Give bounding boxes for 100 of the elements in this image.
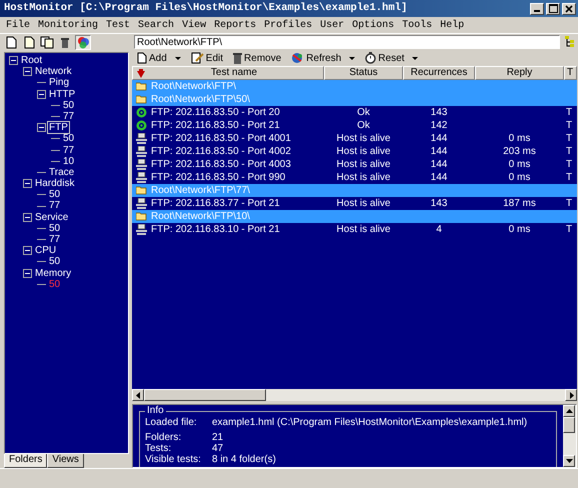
table-cell: Host is alive xyxy=(336,159,390,170)
add-icon xyxy=(137,52,147,64)
caret-icon[interactable] xyxy=(349,54,358,62)
caret-icon[interactable] xyxy=(412,54,420,62)
tree-item[interactable]: Memory xyxy=(34,268,72,279)
caret-icon[interactable] xyxy=(174,54,183,62)
tree-item[interactable]: 50 xyxy=(48,278,62,290)
copy-icon[interactable] xyxy=(39,34,55,50)
computer-icon xyxy=(136,198,147,209)
scroll-right-button[interactable] xyxy=(565,389,577,401)
table-cell: Ok xyxy=(357,107,370,118)
path-field[interactable]: Root\Network\FTP\ xyxy=(134,35,560,49)
color-circles-icon[interactable] xyxy=(75,34,91,50)
tab[interactable]: Views xyxy=(47,454,84,468)
tree-item[interactable]: HTTP xyxy=(48,88,76,100)
tree-item[interactable]: Trace xyxy=(48,166,76,178)
table-cell-text: FTP: 202.116.83.10 - Port 21 xyxy=(151,223,280,237)
menu-item[interactable]: Monitoring xyxy=(34,18,102,32)
refresh-icon xyxy=(291,52,304,64)
table-cell: Host is alive xyxy=(336,133,390,144)
table-cell: T xyxy=(566,107,572,118)
scroll-left-button[interactable] xyxy=(132,389,144,401)
table-cell-text: FTP: 202.116.83.50 - Port 21 xyxy=(151,119,280,133)
tree-item[interactable]: FTP xyxy=(48,122,69,134)
menu-item[interactable]: User xyxy=(316,18,348,32)
reset-button[interactable]: Reset xyxy=(363,50,406,66)
add-button[interactable]: Add xyxy=(135,50,169,66)
column-header[interactable]: Reply xyxy=(475,66,564,80)
table-cell-text: FTP: 202.116.83.50 - Port 990 xyxy=(151,171,286,185)
computer-icon xyxy=(136,146,147,157)
gear-icon xyxy=(136,120,147,131)
folder-icon xyxy=(136,95,147,104)
left-arrow-icon xyxy=(136,392,140,398)
column-header[interactable]: T xyxy=(564,66,577,80)
table-cell: 187 ms xyxy=(503,198,536,209)
maximize-button[interactable] xyxy=(546,2,560,14)
tree-item[interactable]: Network xyxy=(34,66,73,78)
tree-item[interactable]: 77 xyxy=(48,200,62,212)
tree-item[interactable]: 10 xyxy=(62,156,76,167)
table-cell-text: FTP: 202.116.83.50 - Port 4003 xyxy=(151,158,291,172)
column-header[interactable]: Test name xyxy=(132,66,324,80)
table-cell: 0 ms xyxy=(508,133,530,144)
info-value: 21 xyxy=(212,432,224,443)
scrollbar-thumb[interactable] xyxy=(563,417,575,433)
collapse-icon[interactable] xyxy=(23,67,32,76)
column-header[interactable]: Recurrences xyxy=(403,66,475,80)
tree-item[interactable]: Root xyxy=(20,55,44,66)
tree-item[interactable]: 50 xyxy=(48,256,62,268)
menu-item[interactable]: View xyxy=(178,18,210,32)
maximize-icon xyxy=(548,4,558,13)
refresh-button[interactable]: Refresh xyxy=(289,50,344,66)
tree-item[interactable]: 50 xyxy=(48,189,62,200)
scroll-up-button[interactable] xyxy=(563,405,575,417)
edit-button[interactable]: Edit xyxy=(188,50,226,66)
tree-item[interactable]: Ping xyxy=(48,77,70,89)
menu-item[interactable]: Search xyxy=(134,18,178,32)
tree-item[interactable]: 77 xyxy=(48,234,62,246)
menu-item[interactable]: Test xyxy=(102,18,134,32)
table-cell: 0 ms xyxy=(508,224,530,235)
right-arrow-icon xyxy=(568,392,574,398)
info-label: Loaded file: xyxy=(145,417,198,428)
close-button[interactable] xyxy=(562,2,576,14)
down-arrow-icon xyxy=(566,458,572,464)
menu-item[interactable]: Tools xyxy=(398,18,436,32)
menu-item[interactable]: File xyxy=(2,18,34,32)
table-cell: 144 xyxy=(430,172,448,183)
tree-item[interactable]: CPU xyxy=(34,245,58,256)
collapse-icon[interactable] xyxy=(23,179,32,188)
collapse-icon[interactable] xyxy=(37,123,46,132)
tree-item[interactable]: 50 xyxy=(62,100,76,111)
menu-item[interactable]: Options xyxy=(348,18,398,32)
tree-item[interactable]: 50 xyxy=(48,222,62,234)
table-cell: 143 xyxy=(430,198,448,209)
tree-item[interactable]: Harddisk xyxy=(34,178,76,190)
tab[interactable]: Folders xyxy=(4,454,48,468)
tree-item[interactable]: Service xyxy=(34,212,70,223)
remove-button[interactable]: Remove xyxy=(231,50,284,66)
info-value: 8 in 4 folder(s) xyxy=(212,454,276,465)
minimize-button[interactable] xyxy=(530,2,544,14)
menu-item[interactable]: Reports xyxy=(210,18,260,32)
scrollbar-thumb[interactable] xyxy=(144,389,266,401)
collapse-icon[interactable] xyxy=(23,268,32,278)
tree-item[interactable]: 50 xyxy=(62,133,76,145)
menu-item[interactable]: Help xyxy=(436,18,468,32)
scroll-down-button[interactable] xyxy=(563,455,575,467)
collapse-icon[interactable] xyxy=(37,90,46,99)
edit-icon xyxy=(190,52,204,64)
table-cell-text: FTP: 202.116.83.50 - Port 4002 xyxy=(151,145,291,159)
menu-item[interactable]: Profiles xyxy=(260,18,316,32)
collapse-icon[interactable] xyxy=(9,56,18,66)
info-label: Visible tests: xyxy=(145,454,202,465)
tree-item[interactable]: 77 xyxy=(62,144,76,156)
table-cell: Host is alive xyxy=(336,224,390,235)
computer-icon xyxy=(136,159,147,170)
computer-icon xyxy=(136,172,147,183)
table-cell: 0 ms xyxy=(508,172,530,183)
column-header[interactable]: Status xyxy=(324,66,403,80)
collapse-icon[interactable] xyxy=(23,212,32,222)
tree-item[interactable]: 77 xyxy=(62,110,76,122)
collapse-icon[interactable] xyxy=(23,246,32,256)
